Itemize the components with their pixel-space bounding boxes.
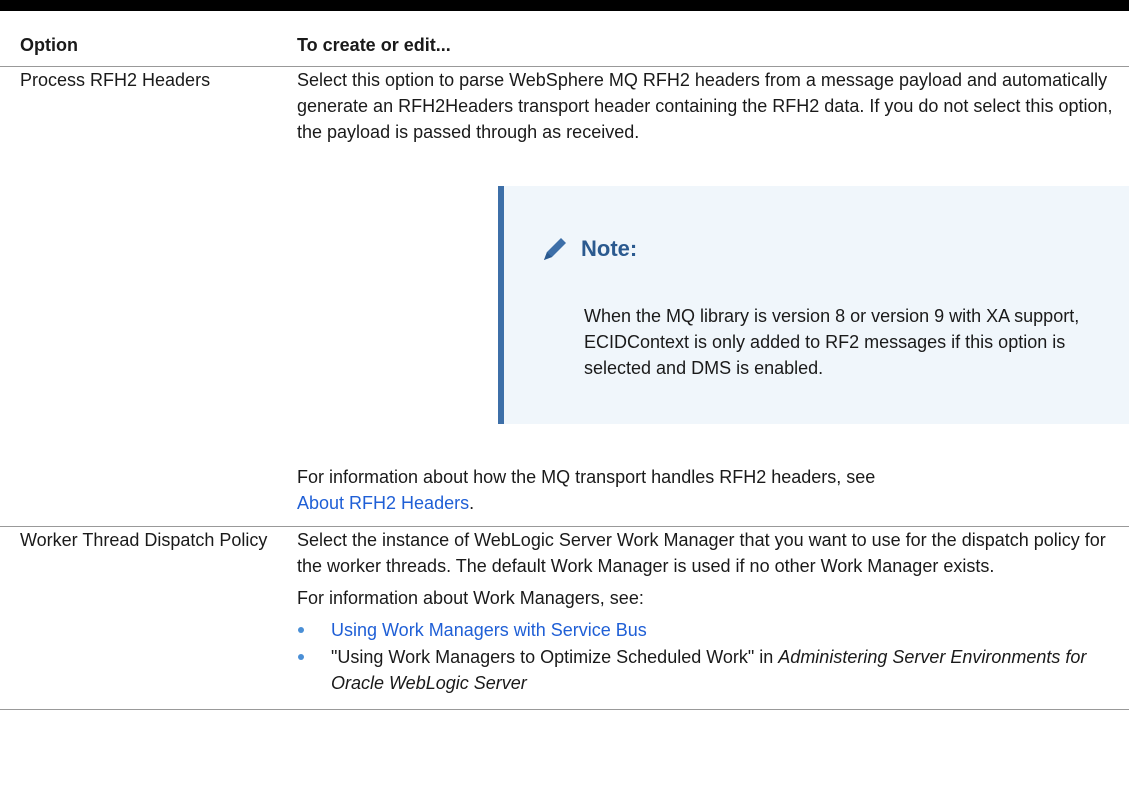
row-option-label: Process RFH2 Headers: [0, 66, 297, 527]
table-row: Process RFH2 Headers Select this option …: [0, 66, 1129, 527]
work-managers-list: Using Work Managers with Service Bus "Us…: [297, 617, 1129, 696]
options-table: Option To create or edit... Process RFH2…: [0, 26, 1129, 710]
note-title: Note:: [581, 236, 638, 261]
note-box: Note: When the MQ library is version 8 o…: [498, 186, 1129, 424]
bullet-icon: [298, 654, 304, 660]
note-body: When the MQ library is version 8 or vers…: [584, 306, 1080, 378]
option-name: Worker Thread Dispatch Policy: [20, 530, 268, 550]
option-description: Select the instance of WebLogic Server W…: [297, 530, 1106, 576]
list-item: "Using Work Managers to Optimize Schedul…: [297, 644, 1129, 696]
top-rule: [0, 0, 1129, 11]
work-managers-link[interactable]: Using Work Managers with Service Bus: [331, 620, 647, 640]
header-description: To create or edit...: [297, 26, 1129, 67]
rfh2-info-text: For information about how the MQ transpo…: [297, 467, 876, 487]
row-description-cell: Select this option to parse WebSphere MQ…: [297, 66, 1129, 527]
table-row: Worker Thread Dispatch Policy Select the…: [0, 526, 1129, 710]
note-header: Note:: [540, 234, 637, 264]
about-rfh2-link[interactable]: About RFH2 Headers: [297, 493, 469, 513]
row-description-cell: Select the instance of WebLogic Server W…: [297, 526, 1129, 710]
table-header-row: Option To create or edit...: [0, 26, 1129, 67]
option-description: Select this option to parse WebSphere MQ…: [297, 70, 1113, 142]
option-name: Process RFH2 Headers: [20, 70, 211, 90]
row-option-label: Worker Thread Dispatch Policy: [0, 526, 297, 710]
pencil-icon: [544, 238, 566, 260]
bullet-text: "Using Work Managers to Optimize Schedul…: [331, 647, 779, 667]
work-managers-info: For information about Work Managers, see…: [297, 588, 644, 608]
rfh2-info-paragraph: For information about how the MQ transpo…: [297, 464, 1129, 516]
rfh2-info-end: .: [469, 493, 475, 513]
list-item: Using Work Managers with Service Bus: [297, 617, 1129, 643]
bullet-icon: [298, 627, 304, 633]
header-option: Option: [0, 26, 297, 67]
